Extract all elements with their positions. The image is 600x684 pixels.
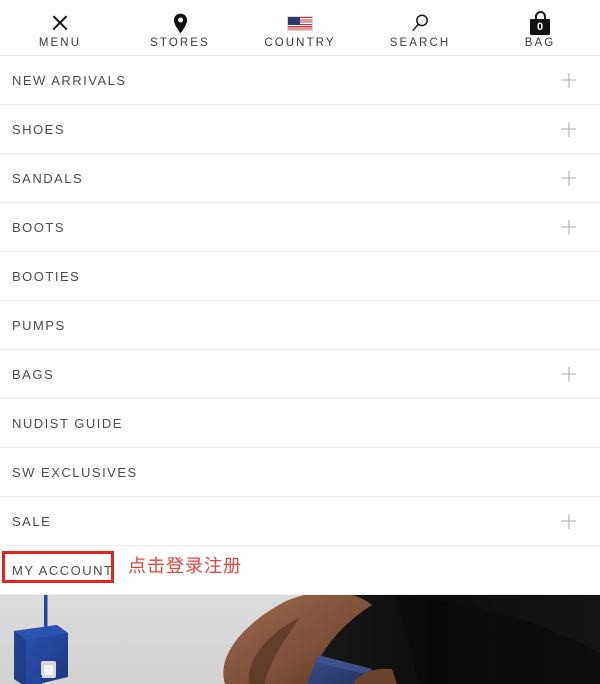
hero-photo-illustration — [0, 595, 600, 684]
expand-plus-icon[interactable] — [561, 171, 576, 186]
menu-item-label: SANDALS — [12, 170, 84, 186]
menu-item-my-account[interactable]: MY ACCOUNT 点击登录注册 — [0, 546, 600, 595]
menu-item-label: NEW ARRIVALS — [12, 72, 127, 88]
nav-item-bag[interactable]: 0 BAG — [480, 0, 600, 55]
menu-item-label: BOOTIES — [12, 268, 81, 284]
mobile-menu-screen: MENU STORES COUNTRY SEARCH 0 BAG NEW ARR… — [0, 0, 600, 684]
category-menu-list: NEW ARRIVALS SHOES SANDALS BOOTS BOOTIES… — [0, 56, 600, 595]
nav-label-bag: BAG — [524, 37, 556, 49]
menu-item-label: SHOES — [12, 121, 66, 137]
menu-item-sw-exclusives[interactable]: SW EXCLUSIVES — [0, 448, 600, 497]
expand-plus-icon[interactable] — [561, 220, 576, 235]
shopping-bag-icon: 0 — [530, 10, 550, 36]
nav-label-stores: STORES — [150, 37, 210, 49]
nav-item-menu[interactable]: MENU — [0, 0, 120, 55]
nav-label-country: COUNTRY — [264, 37, 336, 49]
menu-item-sandals[interactable]: SANDALS — [0, 154, 600, 203]
menu-item-booties[interactable]: BOOTIES — [0, 252, 600, 301]
top-navigation-bar: MENU STORES COUNTRY SEARCH 0 BAG — [0, 0, 600, 56]
menu-item-nudist-guide[interactable]: NUDIST GUIDE — [0, 399, 600, 448]
close-x-icon — [52, 10, 69, 36]
hero-product-photo[interactable] — [0, 595, 600, 684]
menu-item-label: PUMPS — [12, 317, 66, 333]
bag-count-badge: 0 — [536, 21, 544, 33]
expand-plus-icon[interactable] — [561, 367, 576, 382]
menu-item-label: BAGS — [12, 366, 55, 382]
menu-item-boots[interactable]: BOOTS — [0, 203, 600, 252]
nav-label-search: SEARCH — [389, 37, 451, 49]
menu-item-label: MY ACCOUNT — [12, 562, 114, 578]
magnifier-icon — [410, 10, 430, 36]
menu-item-label: BOOTS — [12, 219, 66, 235]
expand-plus-icon[interactable] — [561, 122, 576, 137]
expand-plus-icon[interactable] — [561, 73, 576, 88]
nav-item-country[interactable]: COUNTRY — [240, 0, 360, 55]
menu-item-new-arrivals[interactable]: NEW ARRIVALS — [0, 56, 600, 105]
menu-item-bags[interactable]: BAGS — [0, 350, 600, 399]
annotation-text: 点击登录注册 — [128, 556, 242, 576]
nav-item-search[interactable]: SEARCH — [360, 0, 480, 55]
nav-item-stores[interactable]: STORES — [120, 0, 240, 55]
menu-item-label: SALE — [12, 513, 52, 529]
menu-item-label: SW EXCLUSIVES — [12, 464, 138, 480]
us-flag-icon — [287, 10, 313, 36]
menu-item-shoes[interactable]: SHOES — [0, 105, 600, 154]
menu-item-label: NUDIST GUIDE — [12, 415, 123, 431]
map-pin-icon — [173, 10, 188, 36]
nav-label-menu: MENU — [38, 37, 82, 49]
menu-item-pumps[interactable]: PUMPS — [0, 301, 600, 350]
menu-item-sale[interactable]: SALE — [0, 497, 600, 546]
expand-plus-icon[interactable] — [561, 514, 576, 529]
